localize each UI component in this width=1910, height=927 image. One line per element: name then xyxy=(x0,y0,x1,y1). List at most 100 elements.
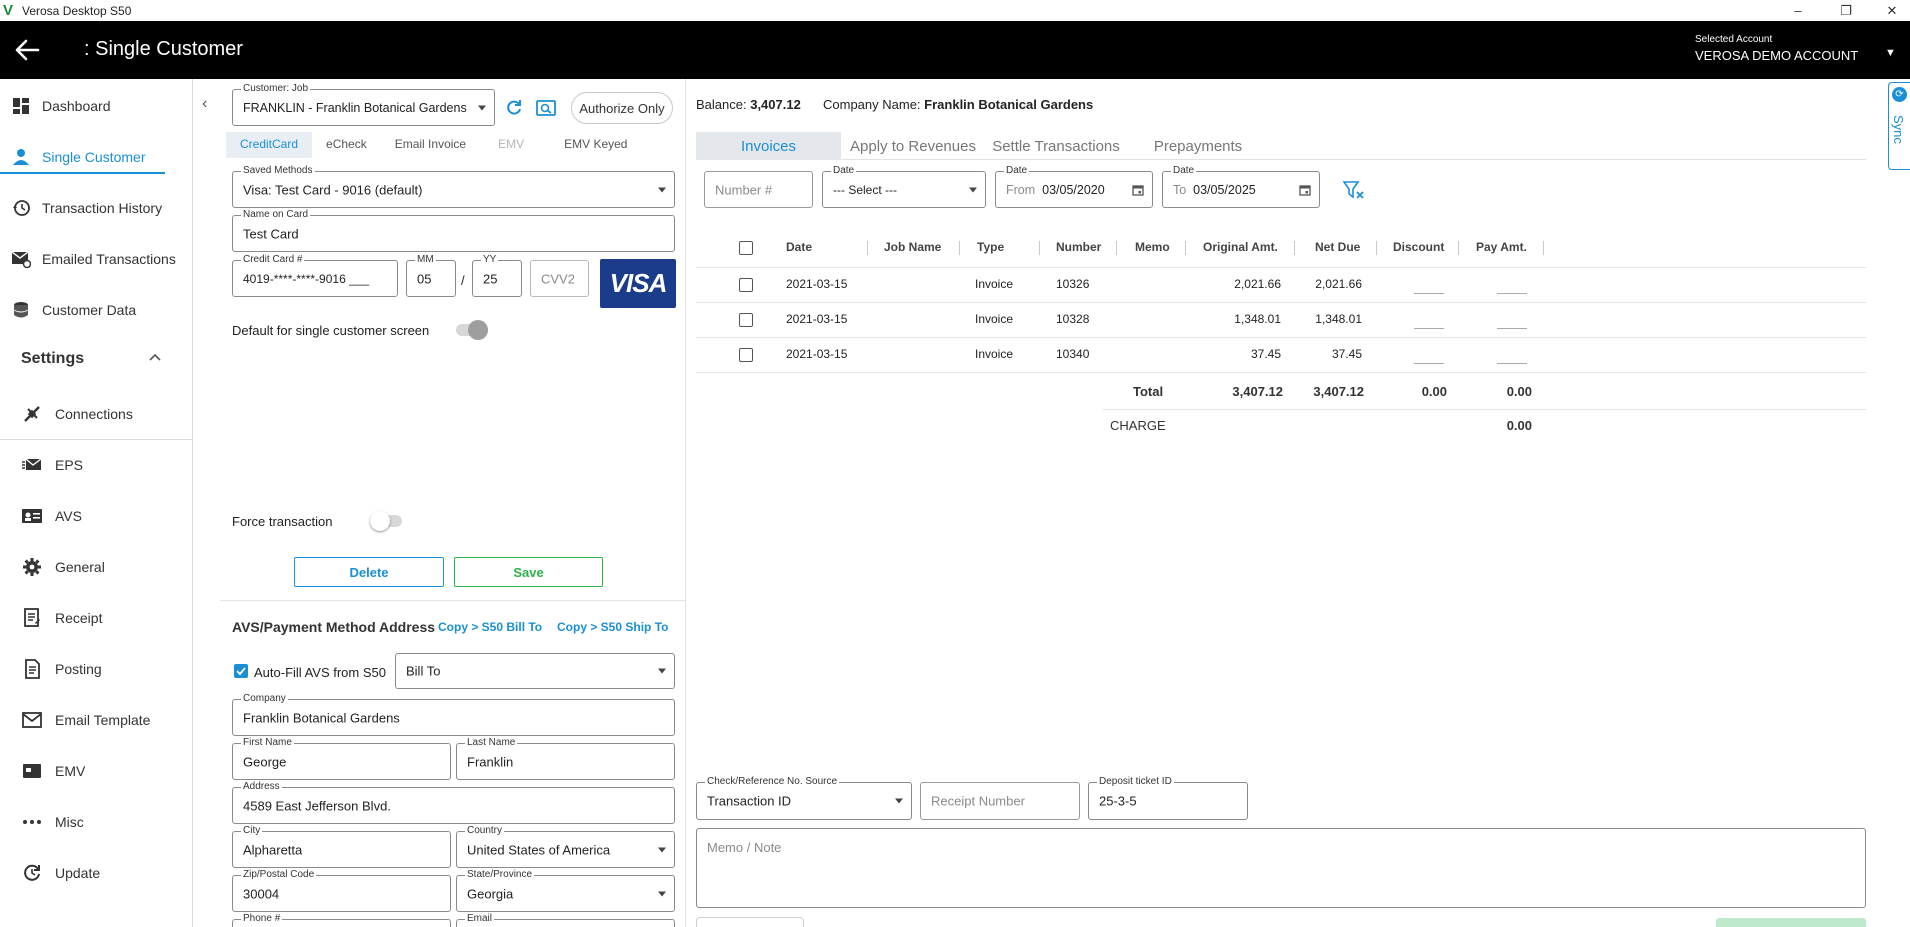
column-header-job-name[interactable]: Job Name xyxy=(884,240,941,254)
customer-job-select[interactable]: Customer: Job FRANKLIN - Franklin Botani… xyxy=(232,83,495,126)
column-header-original-amt[interactable]: Original Amt. xyxy=(1203,240,1278,254)
tab-apply-to-revenues[interactable]: Apply to Revenues xyxy=(848,132,978,160)
calendar-icon[interactable] xyxy=(1132,184,1144,196)
receipt-number-input[interactable]: Receipt Number xyxy=(920,782,1080,820)
autofill-avs-checkbox[interactable] xyxy=(234,664,248,678)
collapse-panel-icon[interactable]: ‹ xyxy=(202,95,207,113)
pay-amount-input[interactable] xyxy=(1497,293,1527,294)
sync-tab[interactable]: ⟳ Sync xyxy=(1888,82,1910,170)
cvv-field[interactable]: CVV2 xyxy=(530,260,589,297)
sidebar-item-dashboard[interactable]: Dashboard xyxy=(0,81,192,131)
credit-card-number-field[interactable]: Credit Card # 4019-****-****-9016 ___ xyxy=(232,254,398,297)
exp-year-field[interactable]: YY 25 xyxy=(472,254,522,297)
column-resize-handle[interactable] xyxy=(867,241,868,255)
discount-input[interactable] xyxy=(1414,293,1444,294)
tab-prepayments[interactable]: Prepayments xyxy=(1146,132,1250,160)
date-select[interactable]: Date --- Select --- xyxy=(822,165,986,208)
city-field[interactable]: City Alpharetta xyxy=(232,825,451,868)
default-card-toggle[interactable] xyxy=(456,320,488,340)
tab-echeck[interactable]: eCheck xyxy=(312,132,381,158)
save-button[interactable]: Save xyxy=(454,557,603,587)
sidebar-item-emv[interactable]: EMV xyxy=(0,746,192,796)
memo-note-input[interactable]: Memo / Note xyxy=(696,828,1866,908)
calendar-icon[interactable] xyxy=(1299,184,1311,196)
delete-button[interactable]: Delete xyxy=(294,557,444,587)
column-header-type[interactable]: Type xyxy=(977,240,1004,254)
from-date-field[interactable]: Date From 03/05/2020 xyxy=(995,165,1153,208)
column-header-date[interactable]: Date xyxy=(786,240,812,254)
sidebar-item-transaction-history[interactable]: Transaction History xyxy=(0,183,192,233)
column-resize-handle[interactable] xyxy=(1458,241,1459,255)
discount-input[interactable] xyxy=(1414,328,1444,329)
name-on-card-field[interactable]: Name on Card Test Card xyxy=(232,209,675,252)
tab-emv-keyed[interactable]: EMV Keyed xyxy=(550,132,641,158)
refresh-icon[interactable] xyxy=(505,99,523,117)
to-date-field[interactable]: Date To 03/05/2025 xyxy=(1162,165,1320,208)
column-resize-handle[interactable] xyxy=(959,241,960,255)
process-payment-button[interactable] xyxy=(1716,918,1866,927)
tab-settle-transactions[interactable]: Settle Transactions xyxy=(986,132,1126,160)
maximize-button[interactable]: ❐ xyxy=(1828,0,1864,21)
row-checkbox[interactable] xyxy=(739,348,753,362)
exp-month-field[interactable]: MM 05 xyxy=(406,254,456,297)
row-checkbox[interactable] xyxy=(739,313,753,327)
email-field[interactable]: Email xyxy=(456,913,675,927)
copy-ship-to-link[interactable]: Copy > S50 Ship To xyxy=(557,620,668,634)
sidebar-item-connections[interactable]: Connections xyxy=(0,389,192,439)
sidebar-item-eps[interactable]: EPS xyxy=(0,440,192,490)
pay-amount-input[interactable] xyxy=(1497,363,1527,364)
reference-source-select[interactable]: Check/Reference No. Source Transaction I… xyxy=(696,776,912,820)
zip-field[interactable]: Zip/Postal Code 30004 xyxy=(232,869,451,912)
column-resize-handle[interactable] xyxy=(1116,241,1117,255)
sidebar-item-misc[interactable]: Misc xyxy=(0,797,192,847)
account-selector[interactable]: VEROSA DEMO ACCOUNT xyxy=(1695,48,1858,63)
first-name-field[interactable]: First Name George xyxy=(232,737,451,780)
sidebar-item-receipt[interactable]: Receipt xyxy=(0,593,192,643)
column-resize-handle[interactable] xyxy=(1543,241,1544,255)
customer-search-icon[interactable] xyxy=(536,99,556,117)
column-header-pay-amt[interactable]: Pay Amt. xyxy=(1476,240,1527,254)
chevron-up-icon[interactable] xyxy=(148,350,162,364)
column-resize-handle[interactable] xyxy=(1294,241,1295,255)
sidebar-item-avs[interactable]: AVS xyxy=(0,491,192,541)
company-field[interactable]: Company Franklin Botanical Gardens xyxy=(232,693,675,736)
sidebar-item-email-template[interactable]: Email Template xyxy=(0,695,192,745)
column-resize-handle[interactable] xyxy=(1039,241,1040,255)
close-button[interactable]: ✕ xyxy=(1874,0,1910,21)
column-header-number[interactable]: Number xyxy=(1056,240,1101,254)
number-filter-input[interactable]: Number # xyxy=(704,171,813,208)
last-name-field[interactable]: Last Name Franklin xyxy=(456,737,675,780)
select-all-checkbox[interactable] xyxy=(739,241,753,255)
sidebar-item-single-customer[interactable]: Single Customer xyxy=(0,132,192,182)
force-transaction-toggle[interactable] xyxy=(370,511,402,531)
copy-bill-to-link[interactable]: Copy > S50 Bill To xyxy=(438,620,542,634)
deposit-ticket-field[interactable]: Deposit ticket ID 25-3-5 xyxy=(1088,776,1248,820)
back-arrow-icon[interactable] xyxy=(12,35,42,65)
phone-field[interactable]: Phone # xyxy=(232,913,451,927)
sidebar-item-update[interactable]: Update xyxy=(0,848,192,898)
tab-credit-card[interactable]: CreditCard xyxy=(226,132,313,158)
authorize-only-button[interactable]: Authorize Only xyxy=(571,92,673,124)
column-resize-handle[interactable] xyxy=(1185,241,1186,255)
settings-header[interactable]: Settings xyxy=(21,350,84,368)
state-select[interactable]: State/Province Georgia xyxy=(456,869,675,912)
account-dropdown-icon[interactable]: ▼ xyxy=(1885,47,1896,59)
sidebar-item-customer-data[interactable]: Customer Data xyxy=(0,285,192,335)
address-type-select[interactable]: Bill To xyxy=(395,653,675,689)
tab-email-invoice[interactable]: Email Invoice xyxy=(381,132,480,158)
column-resize-handle[interactable] xyxy=(1376,241,1377,255)
secondary-action-button[interactable] xyxy=(696,917,804,927)
saved-methods-select[interactable]: Saved Methods Visa: Test Card - 9016 (de… xyxy=(232,165,675,208)
sidebar-item-general[interactable]: General xyxy=(0,542,192,592)
address-field[interactable]: Address 4589 East Jefferson Blvd. xyxy=(232,781,675,824)
column-header-discount[interactable]: Discount xyxy=(1393,240,1444,254)
sidebar-item-posting[interactable]: Posting xyxy=(0,644,192,694)
column-header-net-due[interactable]: Net Due xyxy=(1315,240,1360,254)
column-header-memo[interactable]: Memo xyxy=(1135,240,1170,254)
tab-invoices[interactable]: Invoices xyxy=(696,132,841,160)
country-select[interactable]: Country United States of America xyxy=(456,825,675,868)
clear-filter-icon[interactable] xyxy=(1343,180,1365,200)
pay-amount-input[interactable] xyxy=(1497,328,1527,329)
discount-input[interactable] xyxy=(1414,363,1444,364)
minimize-button[interactable]: – xyxy=(1780,0,1816,21)
